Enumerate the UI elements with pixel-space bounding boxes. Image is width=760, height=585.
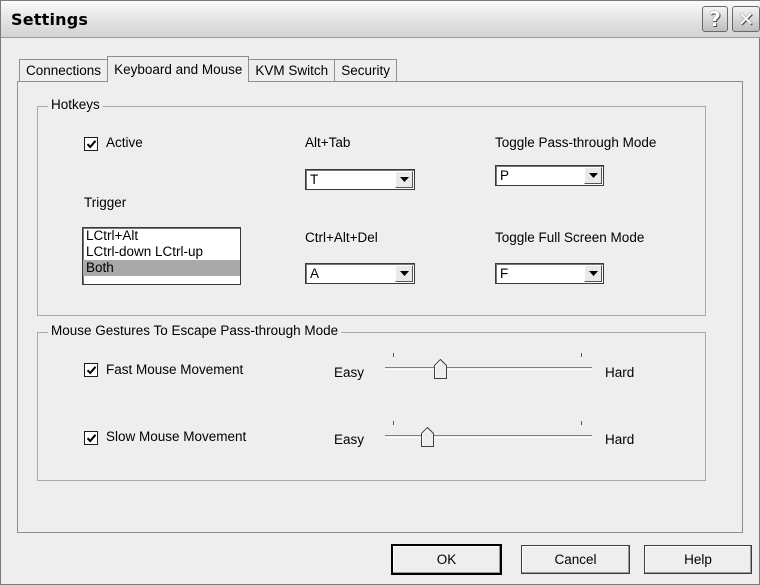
chevron-down-icon[interactable]: [395, 171, 413, 188]
alt-tab-select[interactable]: T: [305, 169, 415, 190]
checkmark-icon: [86, 140, 97, 149]
tab-connections[interactable]: Connections: [19, 59, 109, 81]
slider-tick-min: [393, 421, 394, 425]
slider-track: [385, 367, 592, 370]
help-button[interactable]: Help: [644, 545, 752, 574]
trigger-option-both[interactable]: Both: [83, 260, 240, 276]
slow-mouse-movement-checkbox[interactable]: [84, 431, 98, 445]
toggle-full-screen-select[interactable]: F: [495, 263, 604, 284]
ctrl-alt-del-value: A: [310, 266, 320, 281]
slow-mouse-slider[interactable]: [385, 421, 592, 451]
cancel-button[interactable]: Cancel: [521, 545, 630, 574]
ok-button[interactable]: OK: [392, 545, 501, 574]
active-label[interactable]: Active: [106, 135, 143, 150]
fast-mouse-movement-checkbox[interactable]: [84, 363, 98, 377]
toggle-pass-through-value: P: [500, 168, 510, 183]
toggle-full-screen-value: F: [500, 266, 509, 281]
active-checkbox[interactable]: [84, 137, 98, 151]
slow-mouse-movement-label[interactable]: Slow Mouse Movement: [106, 429, 246, 444]
hotkeys-legend: Hotkeys: [48, 97, 103, 112]
settings-dialog: Settings ? ✕ Connections Keyboard and Mo…: [0, 0, 760, 585]
tab-security[interactable]: Security: [334, 59, 397, 81]
trigger-option-lctrl-alt[interactable]: LCtrl+Alt: [83, 228, 240, 244]
slow-hard-label: Hard: [605, 432, 635, 447]
toggle-full-screen-label: Toggle Full Screen Mode: [495, 230, 645, 245]
close-icon[interactable]: ✕: [732, 6, 760, 32]
trigger-listbox[interactable]: LCtrl+Alt LCtrl-down LCtrl-up Both: [82, 227, 241, 285]
fast-mouse-slider[interactable]: [385, 353, 592, 383]
fast-easy-label: Easy: [334, 365, 365, 380]
slider-thumb-icon[interactable]: [420, 427, 434, 447]
chevron-down-icon[interactable]: [584, 265, 602, 282]
toggle-pass-through-select[interactable]: P: [495, 165, 604, 186]
toggle-pass-through-label: Toggle Pass-through Mode: [495, 135, 657, 150]
tab-kvm-switch[interactable]: KVM Switch: [248, 59, 336, 81]
help-icon[interactable]: ?: [702, 6, 728, 32]
checkmark-icon: [86, 434, 97, 443]
slider-thumb-icon[interactable]: [434, 359, 447, 379]
alt-tab-label: Alt+Tab: [305, 135, 351, 150]
alt-tab-value: T: [310, 172, 319, 187]
ctrl-alt-del-label: Ctrl+Alt+Del: [305, 230, 378, 245]
checkmark-icon: [86, 366, 97, 375]
ctrl-alt-del-select[interactable]: A: [305, 263, 415, 284]
trigger-label: Trigger: [84, 195, 127, 210]
title-bar[interactable]: Settings ? ✕: [1, 1, 760, 38]
fast-hard-label: Hard: [605, 365, 635, 380]
fast-mouse-movement-label[interactable]: Fast Mouse Movement: [106, 362, 243, 377]
slider-tick-min: [393, 353, 394, 357]
mouse-gestures-legend: Mouse Gestures To Escape Pass-through Mo…: [48, 323, 342, 338]
window-title: Settings: [11, 10, 89, 29]
slow-easy-label: Easy: [334, 432, 365, 447]
chevron-down-icon[interactable]: [395, 265, 413, 282]
tab-keyboard-and-mouse[interactable]: Keyboard and Mouse: [107, 56, 250, 82]
slider-tick-max: [581, 421, 582, 425]
slider-tick-max: [581, 353, 582, 357]
tab-strip: Connections Keyboard and Mouse KVM Switc…: [19, 56, 397, 82]
slider-track: [385, 435, 592, 438]
chevron-down-icon[interactable]: [584, 167, 602, 184]
mouse-gestures-group: Mouse Gestures To Escape Pass-through Mo…: [37, 323, 706, 481]
trigger-option-lctrl-down-up[interactable]: LCtrl-down LCtrl-up: [83, 244, 240, 260]
